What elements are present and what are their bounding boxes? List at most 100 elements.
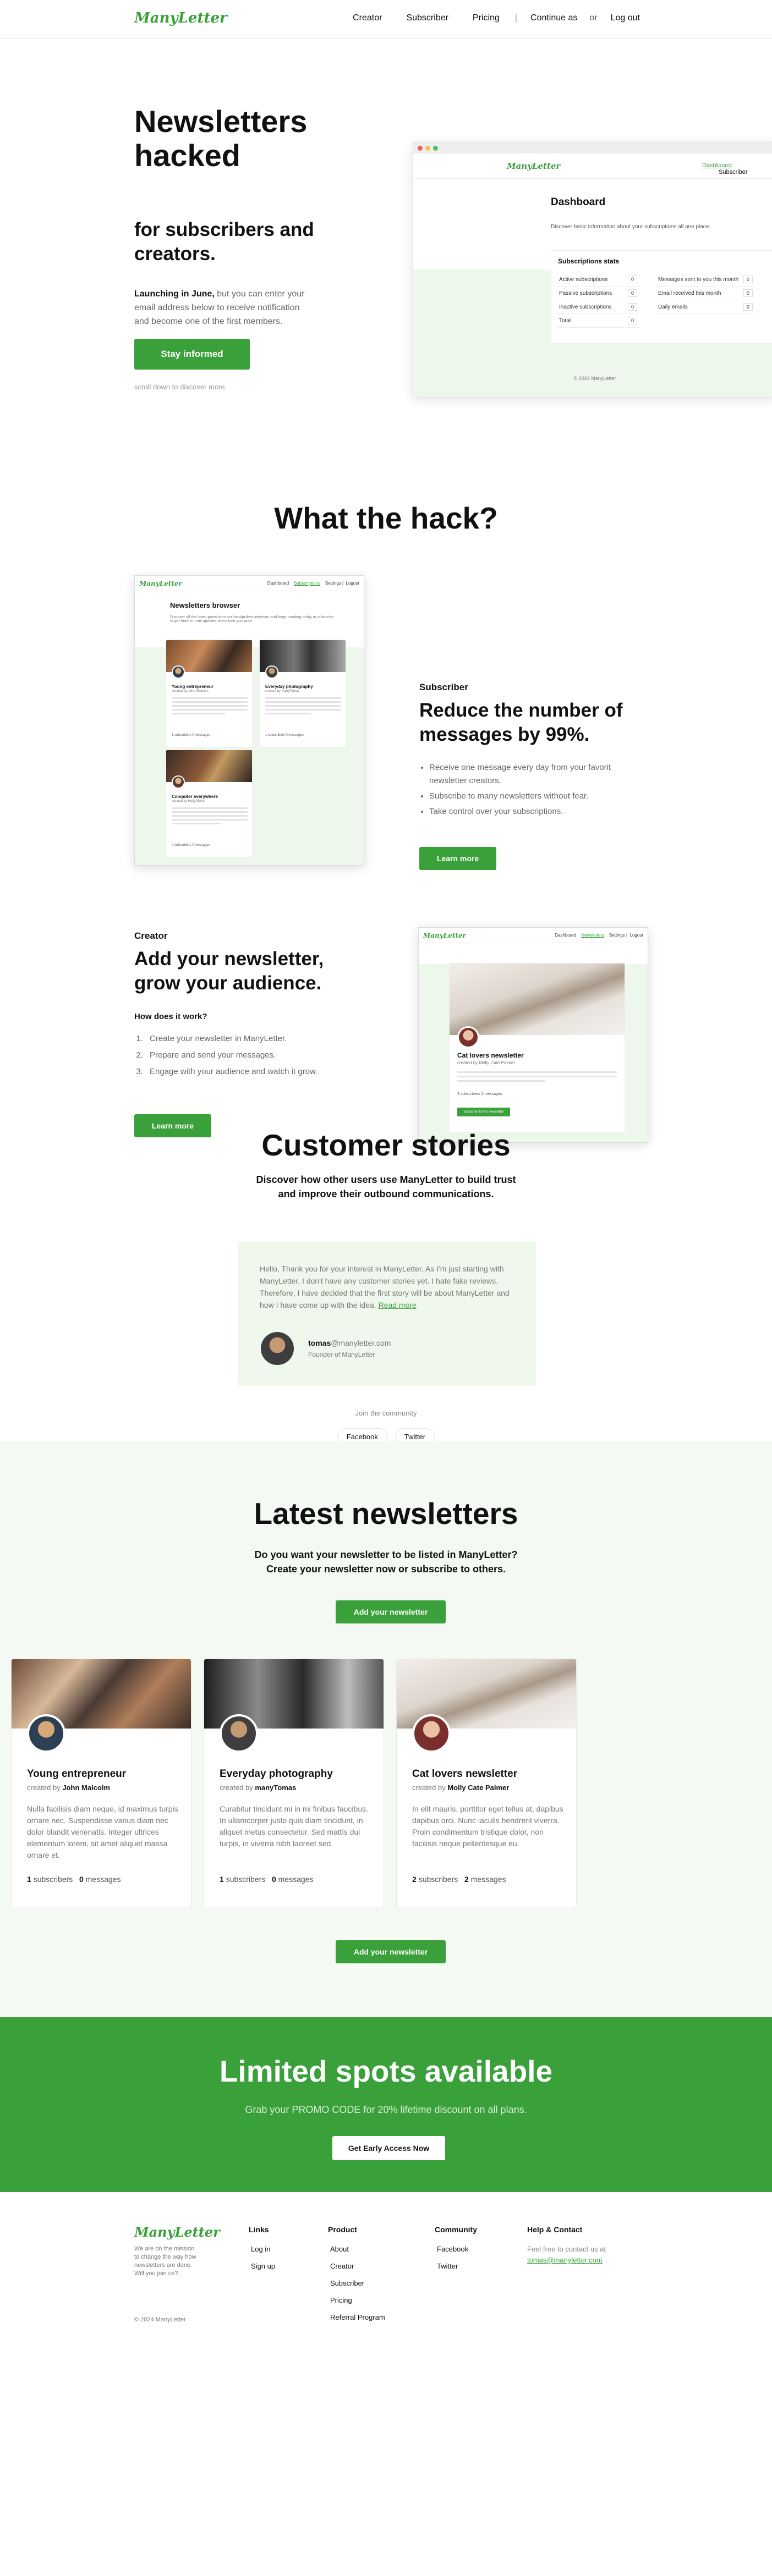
- subscriber-title: Reduce the number of messages by 99%.: [419, 700, 623, 745]
- card-text-lines: [265, 697, 341, 717]
- newsletter-stats: 1 subscribers 0 messages: [220, 1875, 313, 1884]
- footer-creator-link[interactable]: Creator: [328, 2262, 385, 2270]
- creator-avatar: [220, 1714, 258, 1753]
- nav-separator: |: [514, 13, 517, 23]
- messages-count: 2: [464, 1875, 469, 1884]
- footer-copyright: © 2024 ManyLetter: [134, 2316, 186, 2323]
- subscribers-label: subscribers: [418, 1875, 458, 1884]
- what-the-hack-section: What the hack? ManyLetter Dashboard Subs…: [0, 423, 772, 1143]
- footer-about-link[interactable]: About: [328, 2245, 385, 2253]
- card-avatar: [172, 775, 185, 789]
- newsletter-description: Curabitur tincidunt mi in mi finibus fau…: [220, 1804, 369, 1848]
- browser-preview-nav: ManyLetter Dashboard Subscriptions Setti…: [135, 576, 364, 591]
- newsletter-card[interactable]: Cat lovers newsletter created by Molly C…: [396, 1659, 577, 1907]
- subscriber-kicker: Subscriber: [419, 682, 468, 692]
- footer-subscriber-link[interactable]: Subscriber: [328, 2279, 385, 2287]
- footer-pricing-link[interactable]: Pricing: [328, 2296, 385, 2304]
- logo[interactable]: ManyLetter: [134, 10, 227, 26]
- preview-dashboard: Dashboard Discover basic information abo…: [551, 190, 772, 360]
- creator-name: Molly Cate Palmer: [447, 1784, 510, 1792]
- contact-email-link[interactable]: tomas@manyletter.com: [527, 2256, 603, 2264]
- messages-label: messages: [470, 1875, 506, 1884]
- stat-value: 0: [743, 276, 753, 283]
- latest-subtitle: Do you want your newsletter to be listed…: [0, 1548, 772, 1576]
- add-newsletter-button-top[interactable]: Add your newsletter: [336, 1600, 446, 1623]
- subscriptions-stats-card: Subscriptions stats Active subscriptions…: [551, 250, 772, 344]
- card-stats: 1 subscribers 0 messages: [172, 734, 210, 737]
- creator-name: John Malcolm: [62, 1784, 111, 1792]
- nav-link-creator[interactable]: Creator: [353, 13, 382, 23]
- preview-dashboard-title: Dashboard: [551, 196, 606, 208]
- limited-subtitle: Grab your PROMO CODE for 20% lifetime di…: [245, 2104, 527, 2115]
- subscribers-count: 1: [27, 1875, 31, 1884]
- stat-label: Total: [559, 317, 571, 324]
- stat-value: 0: [743, 289, 753, 297]
- continue-as-link[interactable]: Continue as: [530, 13, 577, 23]
- newsletter-creator: created by Molly Cate Palmer: [412, 1784, 509, 1792]
- detail-preview-nav: ManyLetter Dashboard Newsletters Setting…: [419, 928, 648, 943]
- subscriber-learn-more-button[interactable]: Learn more: [419, 847, 496, 870]
- newsletter-title[interactable]: Everyday photography: [220, 1768, 333, 1780]
- browser-preview-link: Logout: [346, 581, 359, 586]
- nav-link-pricing[interactable]: Pricing: [473, 13, 500, 23]
- footer-signup-link[interactable]: Sign up: [249, 2262, 275, 2270]
- creator-avatar: [27, 1714, 65, 1753]
- newsletter-creator: created by John Malcolm: [27, 1784, 110, 1792]
- footer-help-column: Help & Contact Feel free to contact us a…: [527, 2225, 606, 2266]
- hero-lead-bold: Launching in June,: [134, 289, 215, 299]
- logout-link[interactable]: Log out: [611, 13, 640, 23]
- newsletter-creator: created by manyTomas: [220, 1784, 296, 1792]
- footer-logo[interactable]: ManyLetter: [134, 2224, 220, 2240]
- story-quote: Hello, Thank you for your interest in Ma…: [260, 1263, 518, 1311]
- creator-kicker: Creator: [134, 931, 168, 941]
- early-access-button[interactable]: Get Early Access Now: [332, 2136, 445, 2160]
- card-creator: created by John Malcolm: [172, 690, 209, 693]
- card-stats: 1 subscribers 0 messages: [265, 734, 304, 737]
- preview-links: Dashboard Subscriber: [702, 162, 772, 175]
- stat-row: Passive subscriptions 0: [557, 287, 639, 300]
- top-nav: ManyLetter Creator Subscriber Pricing | …: [0, 0, 772, 38]
- stories-subtitle-text: Discover how other users use ManyLetter …: [256, 1174, 516, 1199]
- stat-row: Messages sent to you this month 0: [656, 273, 755, 287]
- read-more-link[interactable]: Read more: [379, 1301, 417, 1309]
- footer-referral-link[interactable]: Referral Program: [328, 2313, 385, 2321]
- add-newsletter-button-bottom[interactable]: Add your newsletter: [336, 1940, 446, 1963]
- footer-community-heading: Community: [435, 2225, 477, 2234]
- footer: ManyLetter We are on the mission to chan…: [0, 2192, 772, 2373]
- newsletter-card[interactable]: Young entrepreneur created by John Malco…: [11, 1659, 191, 1907]
- footer-twitter-link[interactable]: Twitter: [435, 2262, 477, 2270]
- footer-tagline: We are on the mission to change the way …: [134, 2245, 196, 2277]
- footer-login-link[interactable]: Log in: [249, 2245, 275, 2253]
- nav-or-text: or: [589, 13, 598, 23]
- preview-footer: © 2024 ManyLetter: [573, 376, 616, 381]
- browser-preview-card: Computer everywhere created by Holly Mar…: [166, 750, 253, 857]
- stay-informed-button[interactable]: Stay informed: [134, 339, 250, 370]
- detail-preview-links: Dashboard Newsletters Settings | Logout: [555, 933, 643, 938]
- created-by-label: created by: [27, 1784, 61, 1792]
- detail-preview-link: Dashboard: [555, 933, 577, 938]
- hero-section: Newsletters hacked for subscribers and c…: [0, 38, 772, 423]
- messages-count: 0: [79, 1875, 84, 1884]
- footer-help-text: Feel free to contact us at tomas@manylett…: [527, 2244, 606, 2266]
- stat-row: Inactive subscriptions 0: [557, 300, 639, 314]
- newsletter-title[interactable]: Cat lovers newsletter: [412, 1768, 517, 1780]
- newsletter-title[interactable]: Young entrepreneur: [27, 1768, 126, 1780]
- author-name: tomas@manyletter.com: [308, 1339, 391, 1347]
- footer-links-heading: Links: [249, 2225, 269, 2234]
- stats-left-column: Active subscriptions 0 Passive subscripti…: [557, 273, 639, 328]
- hack-title: What the hack?: [274, 501, 498, 535]
- stat-row: Active subscriptions 0: [557, 273, 639, 287]
- card-title: Computer everywhere: [172, 794, 218, 799]
- limited-spots-banner: Limited spots available Grab your PROMO …: [0, 2017, 772, 2192]
- stats-title: Subscriptions stats: [558, 257, 620, 265]
- newsletter-card[interactable]: Everyday photography created by manyToma…: [204, 1659, 384, 1907]
- nav-link-subscriber[interactable]: Subscriber: [406, 13, 448, 23]
- stat-value: 0: [627, 303, 637, 311]
- card-stats: 0 subscribers 0 messages: [172, 844, 210, 847]
- footer-help-heading: Help & Contact: [527, 2225, 583, 2234]
- newsletter-stats: 1 subscribers 0 messages: [27, 1875, 121, 1884]
- hero-title: Newsletters hacked: [134, 104, 308, 173]
- subscribers-label: subscribers: [226, 1875, 266, 1884]
- preview-body: Dashboard Discover basic information abo…: [413, 179, 772, 396]
- footer-facebook-link[interactable]: Facebook: [435, 2245, 477, 2253]
